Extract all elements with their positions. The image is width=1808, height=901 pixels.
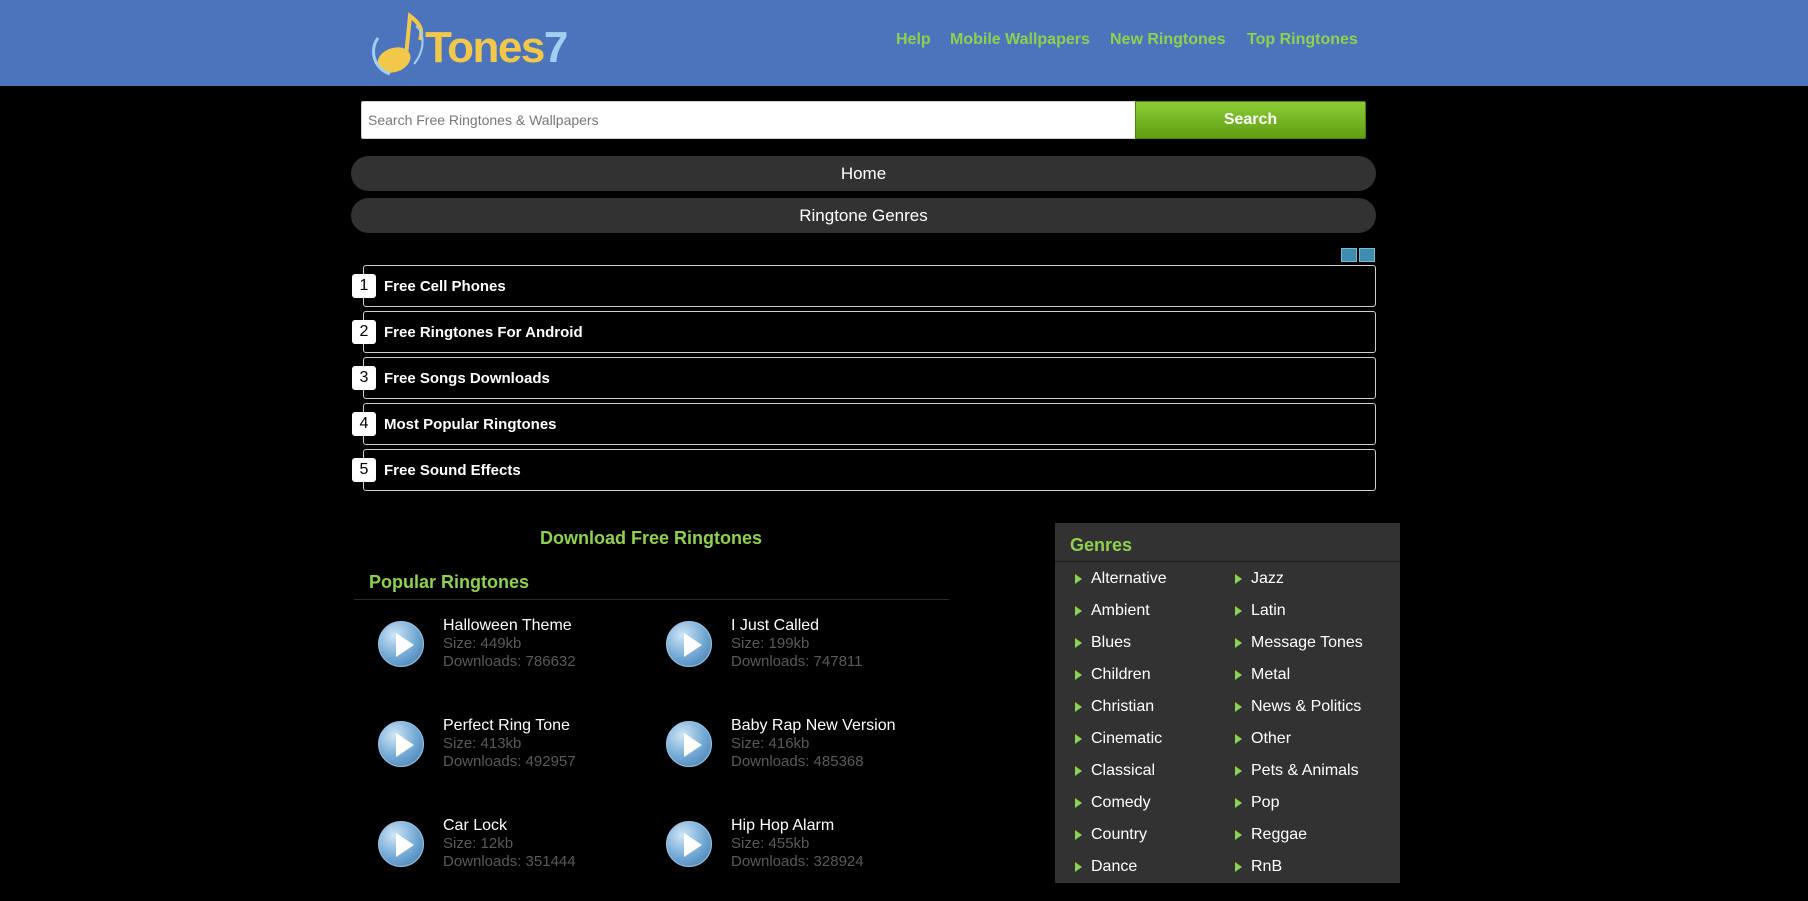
genres-title: Genres [1070,535,1133,555]
rank-label: Free Ringtones For Android [384,324,583,341]
genre-link[interactable]: Metal [1235,666,1290,684]
ringtone-item: Perfect Ring Tone Size: 413kb Downloads:… [378,717,648,801]
nav-mobile-wallpapers[interactable]: Mobile Wallpapers [950,31,1090,49]
ringtone-item: I Just Called Size: 199kb Downloads: 747… [666,617,936,701]
rank-number: 1 [352,274,376,298]
ranked-link-3[interactable]: 3 Free Songs Downloads [352,357,1376,399]
rank-label: Free Sound Effects [384,462,521,479]
next-arrow-icon[interactable] [1359,248,1375,262]
genre-link[interactable]: Comedy [1075,794,1151,812]
ringtone-size: Size: 455kb [731,835,810,852]
ringtone-name[interactable]: Halloween Theme [443,617,572,635]
ringtone-size: Size: 449kb [443,635,522,652]
rank-label: Free Cell Phones [384,278,506,295]
rank-number: 2 [352,320,376,344]
play-icon[interactable] [378,721,424,767]
ringtone-downloads: Downloads: 328924 [731,853,864,870]
genre-link[interactable]: Dance [1075,858,1137,876]
search-bar: Search [361,101,1366,139]
ringtone-item: Baby Rap New Version Size: 416kb Downloa… [666,717,936,801]
play-icon[interactable] [666,721,712,767]
nav-help[interactable]: Help [896,31,931,49]
rank-label: Free Songs Downloads [384,370,550,387]
genre-link[interactable]: RnB [1235,858,1282,876]
ranked-link-2[interactable]: 2 Free Ringtones For Android [352,311,1376,353]
ringtone-item: Halloween Theme Size: 449kb Downloads: 7… [378,617,648,701]
genre-link[interactable]: Other [1235,730,1291,748]
ringtone-size: Size: 12kb [443,835,514,852]
genre-link[interactable]: Reggae [1235,826,1307,844]
genre-link[interactable]: Pop [1235,794,1279,812]
rank-label: Most Popular Ringtones [384,416,557,433]
ringtone-size: Size: 413kb [443,735,522,752]
ringtone-item: Hip Hop Alarm Size: 455kb Downloads: 328… [666,817,936,901]
ranked-link-1[interactable]: 1 Free Cell Phones [352,265,1376,307]
genres-sidebar: Genres Alternative Ambient Blues Childre… [1055,523,1400,883]
genre-link[interactable]: Cinematic [1075,730,1162,748]
top-nav: Help Mobile Wallpapers New Ringtones Top… [0,31,1808,53]
section-divider [354,599,949,600]
rank-number: 5 [352,458,376,482]
ringtone-name[interactable]: Hip Hop Alarm [731,817,834,835]
play-icon[interactable] [666,621,712,667]
ringtone-name[interactable]: Perfect Ring Tone [443,717,570,735]
nav-top-ringtones[interactable]: Top Ringtones [1247,31,1358,49]
search-input[interactable] [361,101,1136,139]
genre-link[interactable]: Country [1075,826,1147,844]
genre-link[interactable]: Blues [1075,634,1131,652]
ranked-link-4[interactable]: 4 Most Popular Ringtones [352,403,1376,445]
genre-link[interactable]: News & Politics [1235,698,1361,716]
rank-number: 3 [352,366,376,390]
ringtone-name[interactable]: Baby Rap New Version [731,717,896,735]
ringtone-downloads: Downloads: 492957 [443,753,576,770]
ringtone-downloads: Downloads: 485368 [731,753,864,770]
ringtone-size: Size: 199kb [731,635,810,652]
prev-arrow-icon[interactable] [1341,248,1357,262]
genre-link[interactable]: Classical [1075,762,1155,780]
ringtone-downloads: Downloads: 351444 [443,853,576,870]
genre-link[interactable]: Latin [1235,602,1286,620]
genre-link[interactable]: Children [1075,666,1151,684]
play-icon[interactable] [378,621,424,667]
menu-home[interactable]: Home [351,156,1376,191]
ringtone-size: Size: 416kb [731,735,810,752]
menu-ringtone-genres[interactable]: Ringtone Genres [351,198,1376,233]
genre-link[interactable]: Pets & Animals [1235,762,1359,780]
ranked-link-5[interactable]: 5 Free Sound Effects [352,449,1376,491]
genre-link[interactable]: Jazz [1235,570,1284,588]
ringtone-downloads: Downloads: 786632 [443,653,576,670]
ringtone-item: Car Lock Size: 12kb Downloads: 351444 [378,817,648,901]
ringtone-downloads: Downloads: 747811 [731,653,863,670]
play-icon[interactable] [378,821,424,867]
site-header: Tones7 Help Mobile Wallpapers New Ringto… [0,0,1808,86]
popular-ringtones-title: Popular Ringtones [369,572,530,592]
play-icon[interactable] [666,821,712,867]
download-title: Download Free Ringtones [539,528,762,548]
genres-divider [1055,561,1400,562]
search-button[interactable]: Search [1135,101,1366,139]
genre-link[interactable]: Christian [1075,698,1154,716]
genre-link[interactable]: Ambient [1075,602,1150,620]
genre-link[interactable]: Message Tones [1235,634,1363,652]
rank-number: 4 [352,412,376,436]
nav-new-ringtones[interactable]: New Ringtones [1110,31,1226,49]
ringtone-name[interactable]: Car Lock [443,817,507,835]
ringtone-name[interactable]: I Just Called [731,617,819,635]
genre-link[interactable]: Alternative [1075,570,1167,588]
